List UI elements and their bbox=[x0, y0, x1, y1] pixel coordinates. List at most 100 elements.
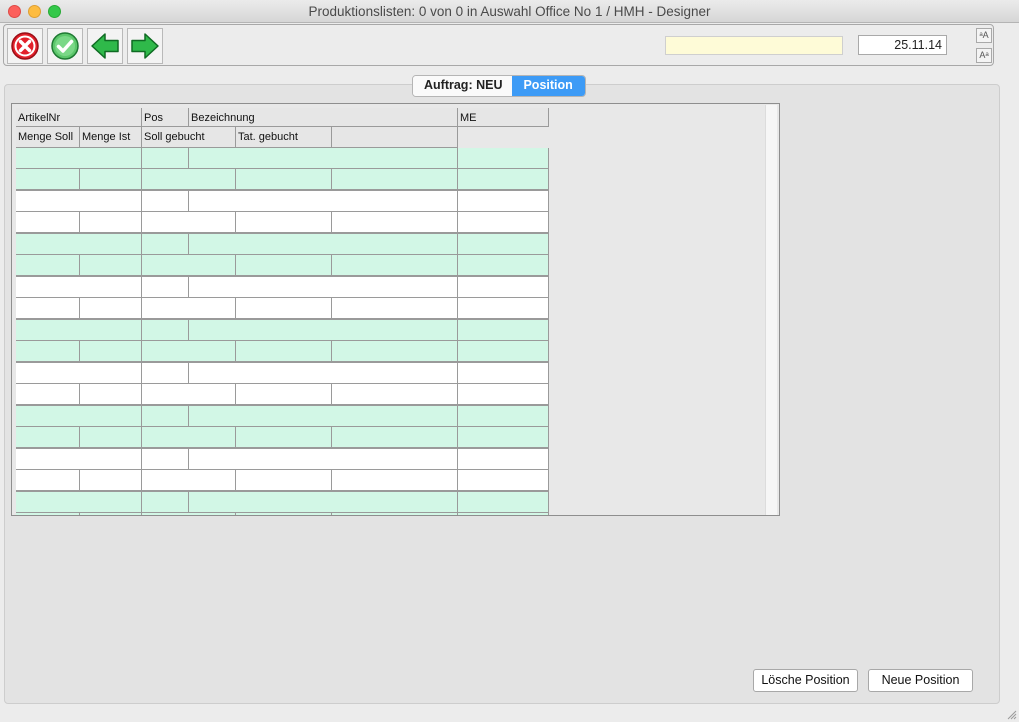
grid-cell[interactable] bbox=[16, 384, 80, 406]
column-header-artikelnr[interactable]: ArtikelNr bbox=[16, 108, 142, 127]
grid-cell[interactable] bbox=[236, 427, 332, 449]
grid-cell[interactable] bbox=[236, 513, 332, 515]
column-header-me[interactable]: ME bbox=[458, 108, 549, 127]
grid-cell[interactable] bbox=[80, 255, 142, 277]
grid-cell[interactable] bbox=[16, 234, 142, 255]
grid-cell[interactable] bbox=[189, 277, 458, 298]
grid-cell[interactable] bbox=[142, 449, 189, 470]
grid-cell[interactable] bbox=[16, 277, 142, 298]
grid-cell[interactable] bbox=[16, 449, 142, 470]
grid-cell[interactable] bbox=[16, 169, 80, 191]
grid-cell[interactable] bbox=[236, 169, 332, 191]
grid-cell[interactable] bbox=[458, 298, 549, 320]
grid-cell[interactable] bbox=[332, 341, 458, 363]
grid-cell[interactable] bbox=[142, 234, 189, 255]
date-field[interactable]: 25.11.14 bbox=[858, 35, 947, 55]
grid-cell[interactable] bbox=[189, 191, 458, 212]
cancel-button[interactable] bbox=[7, 28, 43, 64]
grid-cell[interactable] bbox=[458, 191, 549, 212]
grid-cell[interactable] bbox=[189, 320, 458, 341]
column-header-bezeichnung[interactable]: Bezeichnung bbox=[189, 108, 458, 127]
confirm-button[interactable] bbox=[47, 28, 83, 64]
grid-cell[interactable] bbox=[458, 341, 549, 363]
grid-cell[interactable] bbox=[189, 492, 458, 513]
positions-grid[interactable]: ArtikelNr Pos Bezeichnung ME Menge Soll … bbox=[11, 103, 780, 516]
grid-cell[interactable] bbox=[458, 169, 549, 191]
grid-cell[interactable] bbox=[80, 169, 142, 191]
grid-cell[interactable] bbox=[458, 492, 549, 513]
grid-cell[interactable] bbox=[332, 212, 458, 234]
grid-cell[interactable] bbox=[189, 148, 458, 169]
grid-scrollbar[interactable] bbox=[765, 105, 777, 515]
previous-button[interactable] bbox=[87, 28, 123, 64]
grid-cell[interactable] bbox=[236, 298, 332, 320]
grid-cell[interactable] bbox=[189, 234, 458, 255]
new-position-button[interactable]: Neue Position bbox=[868, 669, 973, 692]
grid-cell[interactable] bbox=[80, 513, 142, 515]
grid-cell[interactable] bbox=[332, 384, 458, 406]
grid-cell[interactable] bbox=[16, 298, 80, 320]
grid-cell[interactable] bbox=[142, 341, 236, 363]
grid-cell[interactable] bbox=[458, 406, 549, 427]
font-decrease-button[interactable]: Aᵃ bbox=[976, 48, 992, 63]
grid-cell[interactable] bbox=[189, 363, 458, 384]
grid-cell[interactable] bbox=[236, 341, 332, 363]
search-input[interactable] bbox=[665, 36, 843, 55]
grid-cell[interactable] bbox=[236, 384, 332, 406]
column-header-menge-ist[interactable]: Menge Ist bbox=[80, 127, 142, 148]
grid-cell[interactable] bbox=[458, 427, 549, 449]
grid-cell[interactable] bbox=[458, 470, 549, 492]
grid-cell[interactable] bbox=[458, 234, 549, 255]
grid-cell[interactable] bbox=[142, 298, 236, 320]
grid-cell[interactable] bbox=[332, 470, 458, 492]
grid-cell[interactable] bbox=[332, 513, 458, 515]
grid-cell[interactable] bbox=[236, 255, 332, 277]
grid-cell[interactable] bbox=[16, 148, 142, 169]
grid-cell[interactable] bbox=[142, 363, 189, 384]
grid-cell[interactable] bbox=[458, 277, 549, 298]
grid-cell[interactable] bbox=[80, 298, 142, 320]
resize-grip-icon[interactable] bbox=[1007, 710, 1017, 720]
font-increase-button[interactable]: ᵃA bbox=[976, 28, 992, 43]
grid-cell[interactable] bbox=[16, 427, 80, 449]
grid-cell[interactable] bbox=[332, 169, 458, 191]
grid-cell[interactable] bbox=[16, 320, 142, 341]
grid-cell[interactable] bbox=[142, 191, 189, 212]
grid-cell[interactable] bbox=[16, 255, 80, 277]
grid-cell[interactable] bbox=[80, 427, 142, 449]
grid-cell[interactable] bbox=[458, 363, 549, 384]
grid-cell[interactable] bbox=[16, 492, 142, 513]
grid-cell[interactable] bbox=[142, 470, 236, 492]
column-header-tat-gebucht[interactable]: Tat. gebucht bbox=[236, 127, 332, 148]
column-header-pos[interactable]: Pos bbox=[142, 108, 189, 127]
grid-cell[interactable] bbox=[458, 212, 549, 234]
grid-cell[interactable] bbox=[142, 169, 236, 191]
grid-cell[interactable] bbox=[332, 427, 458, 449]
grid-cell[interactable] bbox=[16, 341, 80, 363]
tab-auftrag[interactable]: Auftrag: NEU bbox=[413, 76, 513, 96]
grid-cell[interactable] bbox=[80, 212, 142, 234]
grid-cell[interactable] bbox=[16, 406, 142, 427]
grid-cell[interactable] bbox=[16, 191, 142, 212]
tab-position[interactable]: Position bbox=[512, 76, 585, 96]
grid-cell[interactable] bbox=[458, 449, 549, 470]
grid-cell[interactable] bbox=[16, 470, 80, 492]
grid-cell[interactable] bbox=[142, 427, 236, 449]
grid-cell[interactable] bbox=[332, 298, 458, 320]
column-header-menge-soll[interactable]: Menge Soll bbox=[16, 127, 80, 148]
grid-cell[interactable] bbox=[236, 212, 332, 234]
grid-cell[interactable] bbox=[458, 255, 549, 277]
grid-cell[interactable] bbox=[458, 513, 549, 515]
grid-cell[interactable] bbox=[142, 384, 236, 406]
grid-cell[interactable] bbox=[142, 320, 189, 341]
grid-cell[interactable] bbox=[458, 384, 549, 406]
grid-cell[interactable] bbox=[142, 406, 189, 427]
column-header-empty[interactable] bbox=[332, 127, 458, 148]
grid-cell[interactable] bbox=[332, 255, 458, 277]
grid-cell[interactable] bbox=[142, 148, 189, 169]
next-button[interactable] bbox=[127, 28, 163, 64]
grid-cell[interactable] bbox=[16, 513, 80, 515]
grid-cell[interactable] bbox=[142, 277, 189, 298]
grid-cell[interactable] bbox=[236, 470, 332, 492]
grid-cell[interactable] bbox=[142, 513, 236, 515]
